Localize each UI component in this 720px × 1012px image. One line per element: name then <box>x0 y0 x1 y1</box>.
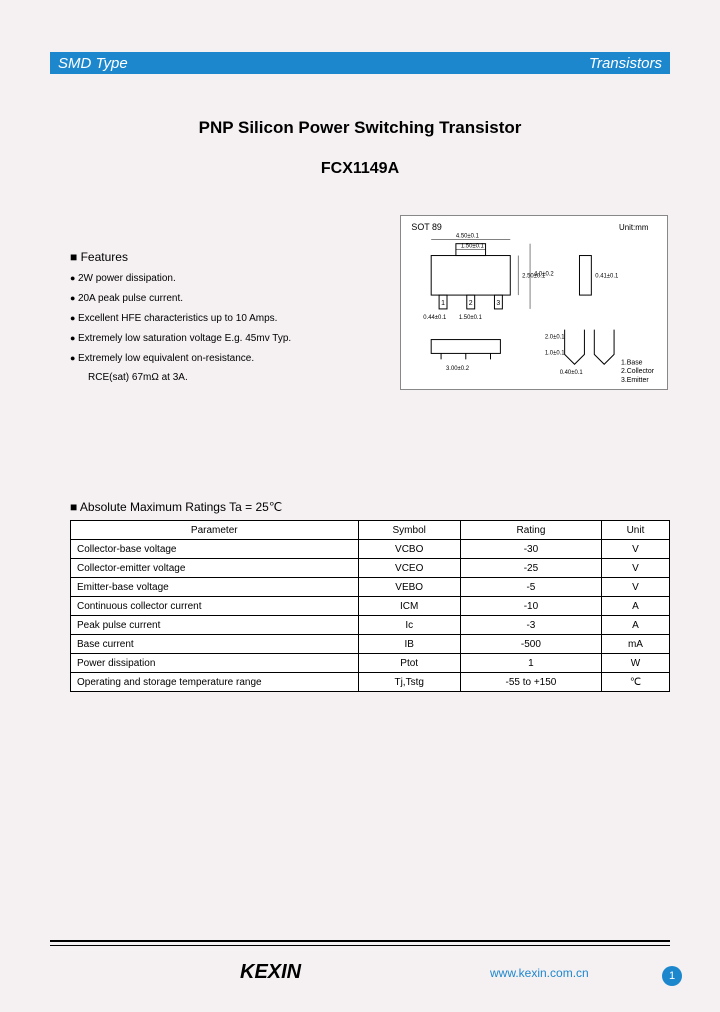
col-unit: Unit <box>601 521 669 540</box>
feature-item: Extremely low saturation voltage E.g. 45… <box>70 332 350 346</box>
cell-parameter: Collector-base voltage <box>71 540 359 559</box>
footer-url: www.kexin.com.cn <box>490 966 589 980</box>
cell-symbol: IB <box>358 635 460 654</box>
cell-parameter: Base current <box>71 635 359 654</box>
cell-symbol: VCBO <box>358 540 460 559</box>
features-heading: Features <box>70 250 350 264</box>
header-left: SMD Type <box>58 55 128 72</box>
col-symbol: Symbol <box>358 521 460 540</box>
ratings-table: Parameter Symbol Rating Unit Collector-b… <box>70 520 670 692</box>
table-row: Collector-base voltageVCBO-30V <box>71 540 670 559</box>
feature-subtext: RCE(sat) 67mΩ at 3A. <box>88 372 350 383</box>
footer-rule-thick <box>50 940 670 942</box>
cell-unit: V <box>601 540 669 559</box>
svg-text:2.Collector: 2.Collector <box>621 368 655 375</box>
table-row: Continuous collector currentICM-10A <box>71 597 670 616</box>
cell-symbol: VEBO <box>358 578 460 597</box>
cell-parameter: Power dissipation <box>71 654 359 673</box>
feature-item: Excellent HFE characteristics up to 10 A… <box>70 312 350 326</box>
svg-text:1.Base: 1.Base <box>621 359 643 366</box>
cell-rating: -3 <box>460 616 601 635</box>
svg-text:1.50±0.1: 1.50±0.1 <box>459 315 482 321</box>
feature-item: 20A peak pulse current. <box>70 292 350 306</box>
svg-text:0.41±0.1: 0.41±0.1 <box>595 273 618 279</box>
part-number: FCX1149A <box>0 160 720 178</box>
cell-symbol: ICM <box>358 597 460 616</box>
features-list: 2W power dissipation. 20A peak pulse cur… <box>70 272 350 366</box>
svg-text:0.40±0.1: 0.40±0.1 <box>560 370 583 376</box>
package-label: SOT 89 <box>411 222 441 232</box>
document-title: PNP Silicon Power Switching Transistor <box>0 118 720 138</box>
svg-text:4.0±0.2: 4.0±0.2 <box>534 271 554 277</box>
header-right: Transistors <box>589 55 662 72</box>
unit-label: Unit:mm <box>619 223 649 232</box>
svg-text:1.50±0.1: 1.50±0.1 <box>461 244 484 250</box>
svg-text:1.0±0.1: 1.0±0.1 <box>545 350 565 356</box>
package-diagram: SOT 89 Unit:mm 1 2 3 4.50±0.1 1.50±0.1 2… <box>400 215 668 390</box>
cell-rating: -30 <box>460 540 601 559</box>
svg-text:1: 1 <box>441 300 445 307</box>
feature-item: 2W power dissipation. <box>70 272 350 286</box>
table-header-row: Parameter Symbol Rating Unit <box>71 521 670 540</box>
cell-rating: -5 <box>460 578 601 597</box>
svg-text:3.Emitter: 3.Emitter <box>621 377 649 384</box>
cell-parameter: Continuous collector current <box>71 597 359 616</box>
table-row: Power dissipationPtot1W <box>71 654 670 673</box>
cell-symbol: Ptot <box>358 654 460 673</box>
table-row: Collector-emitter voltageVCEO-25V <box>71 559 670 578</box>
table-row: Base currentIB-500mA <box>71 635 670 654</box>
svg-text:0.44±0.1: 0.44±0.1 <box>423 315 446 321</box>
title-block: PNP Silicon Power Switching Transistor F… <box>0 118 720 178</box>
cell-rating: -500 <box>460 635 601 654</box>
svg-text:3.00±0.2: 3.00±0.2 <box>446 366 469 372</box>
cell-unit: A <box>601 597 669 616</box>
col-parameter: Parameter <box>71 521 359 540</box>
cell-rating: -25 <box>460 559 601 578</box>
table-row: Peak pulse currentIc-3A <box>71 616 670 635</box>
svg-text:2: 2 <box>469 300 473 307</box>
cell-parameter: Collector-emitter voltage <box>71 559 359 578</box>
brand-logo: KEXIN <box>240 961 301 984</box>
svg-text:2.0±0.1: 2.0±0.1 <box>545 335 565 341</box>
feature-item: Extremely low equivalent on-resistance. <box>70 352 350 366</box>
cell-symbol: VCEO <box>358 559 460 578</box>
cell-unit: mA <box>601 635 669 654</box>
cell-parameter: Operating and storage temperature range <box>71 673 359 692</box>
features-section: Features 2W power dissipation. 20A peak … <box>70 250 350 389</box>
footer-rule-thin <box>50 945 670 946</box>
cell-symbol: Ic <box>358 616 460 635</box>
cell-rating: -55 to +150 <box>460 673 601 692</box>
cell-unit: W <box>601 654 669 673</box>
cell-rating: -10 <box>460 597 601 616</box>
page-number: 1 <box>662 966 682 986</box>
svg-text:4.50±0.1: 4.50±0.1 <box>456 234 479 240</box>
table-row: Emitter-base voltageVEBO-5V <box>71 578 670 597</box>
cell-unit: A <box>601 616 669 635</box>
cell-unit: V <box>601 578 669 597</box>
cell-parameter: Emitter-base voltage <box>71 578 359 597</box>
cell-rating: 1 <box>460 654 601 673</box>
svg-text:3: 3 <box>496 300 500 307</box>
header-bar: SMD Type Transistors <box>50 52 670 74</box>
ratings-heading: Absolute Maximum Ratings Ta = 25℃ <box>70 500 670 514</box>
cell-parameter: Peak pulse current <box>71 616 359 635</box>
cell-symbol: Tj,Tstg <box>358 673 460 692</box>
col-rating: Rating <box>460 521 601 540</box>
cell-unit: ℃ <box>601 673 669 692</box>
table-row: Operating and storage temperature rangeT… <box>71 673 670 692</box>
ratings-section: Absolute Maximum Ratings Ta = 25℃ Parame… <box>70 500 670 692</box>
cell-unit: V <box>601 559 669 578</box>
